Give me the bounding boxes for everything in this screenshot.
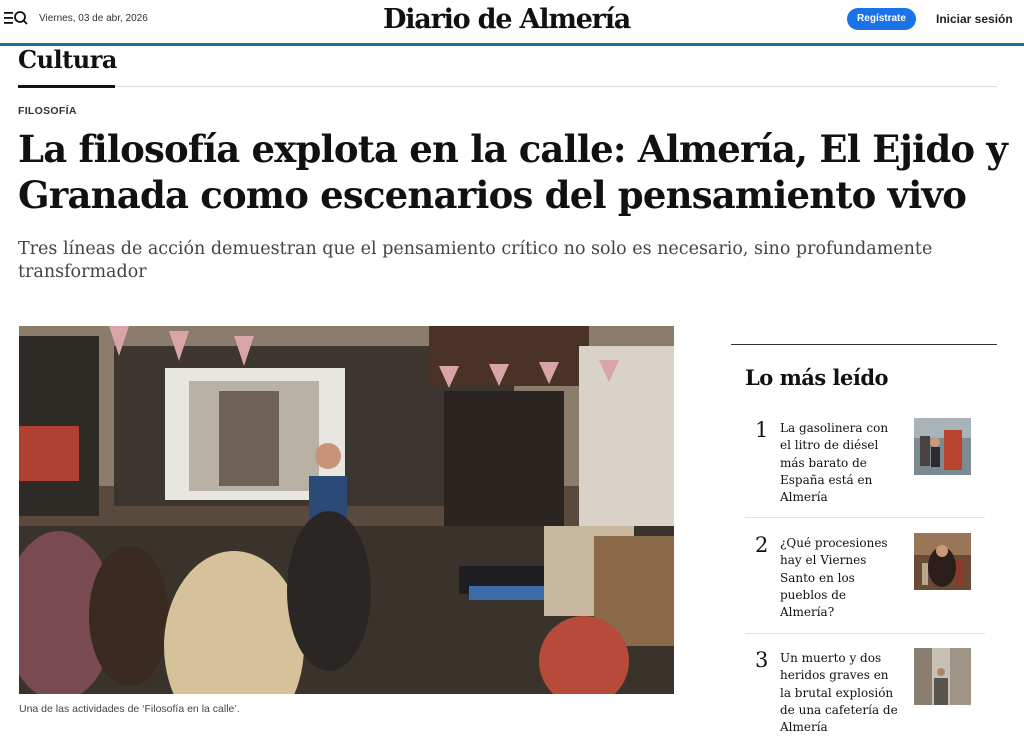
most-read-rank: 1 (755, 418, 769, 442)
photo-caption: Una de las actividades de ‘Filosofía en … (19, 703, 240, 715)
register-button[interactable]: Regístrate (847, 8, 916, 30)
article-kicker[interactable]: FILOSOFÍA (18, 105, 77, 117)
sidebar-top-rule (731, 344, 997, 345)
article-subtitle: Tres líneas de acción demuestran que el … (18, 239, 933, 282)
section-divider (115, 86, 997, 87)
top-bar: Viernes, 03 de abr, 2026 Diario de Almer… (0, 0, 1024, 44)
most-read-headline[interactable]: La gasolinera con el litro de diésel más… (780, 420, 898, 506)
most-read-title: Lo más leído (745, 365, 889, 390)
article-photo (19, 326, 674, 694)
section-underline (18, 85, 115, 88)
most-read-thumbnail[interactable] (914, 533, 971, 590)
header-accent-line (0, 43, 1024, 46)
most-read-rank: 2 (755, 533, 769, 557)
most-read-thumbnail[interactable] (914, 648, 971, 705)
section-title[interactable]: Cultura (18, 45, 117, 74)
most-read-rank: 3 (755, 648, 769, 672)
current-date: Viernes, 03 de abr, 2026 (39, 13, 148, 24)
most-read-headline[interactable]: ¿Qué procesiones hay el Viernes Santo en… (780, 535, 898, 621)
login-link[interactable]: Iniciar sesión (936, 12, 1013, 26)
article-headline: La filosofía explota en la calle: Almerí… (18, 127, 1008, 217)
item-divider (745, 633, 985, 634)
most-read-thumbnail[interactable] (914, 418, 971, 475)
most-read-headline[interactable]: Un muerto y dos heridos graves en la bru… (780, 650, 898, 736)
site-logo[interactable]: Diario de Almería (383, 4, 631, 35)
menu-search-icon[interactable] (4, 9, 28, 29)
item-divider (745, 517, 985, 518)
